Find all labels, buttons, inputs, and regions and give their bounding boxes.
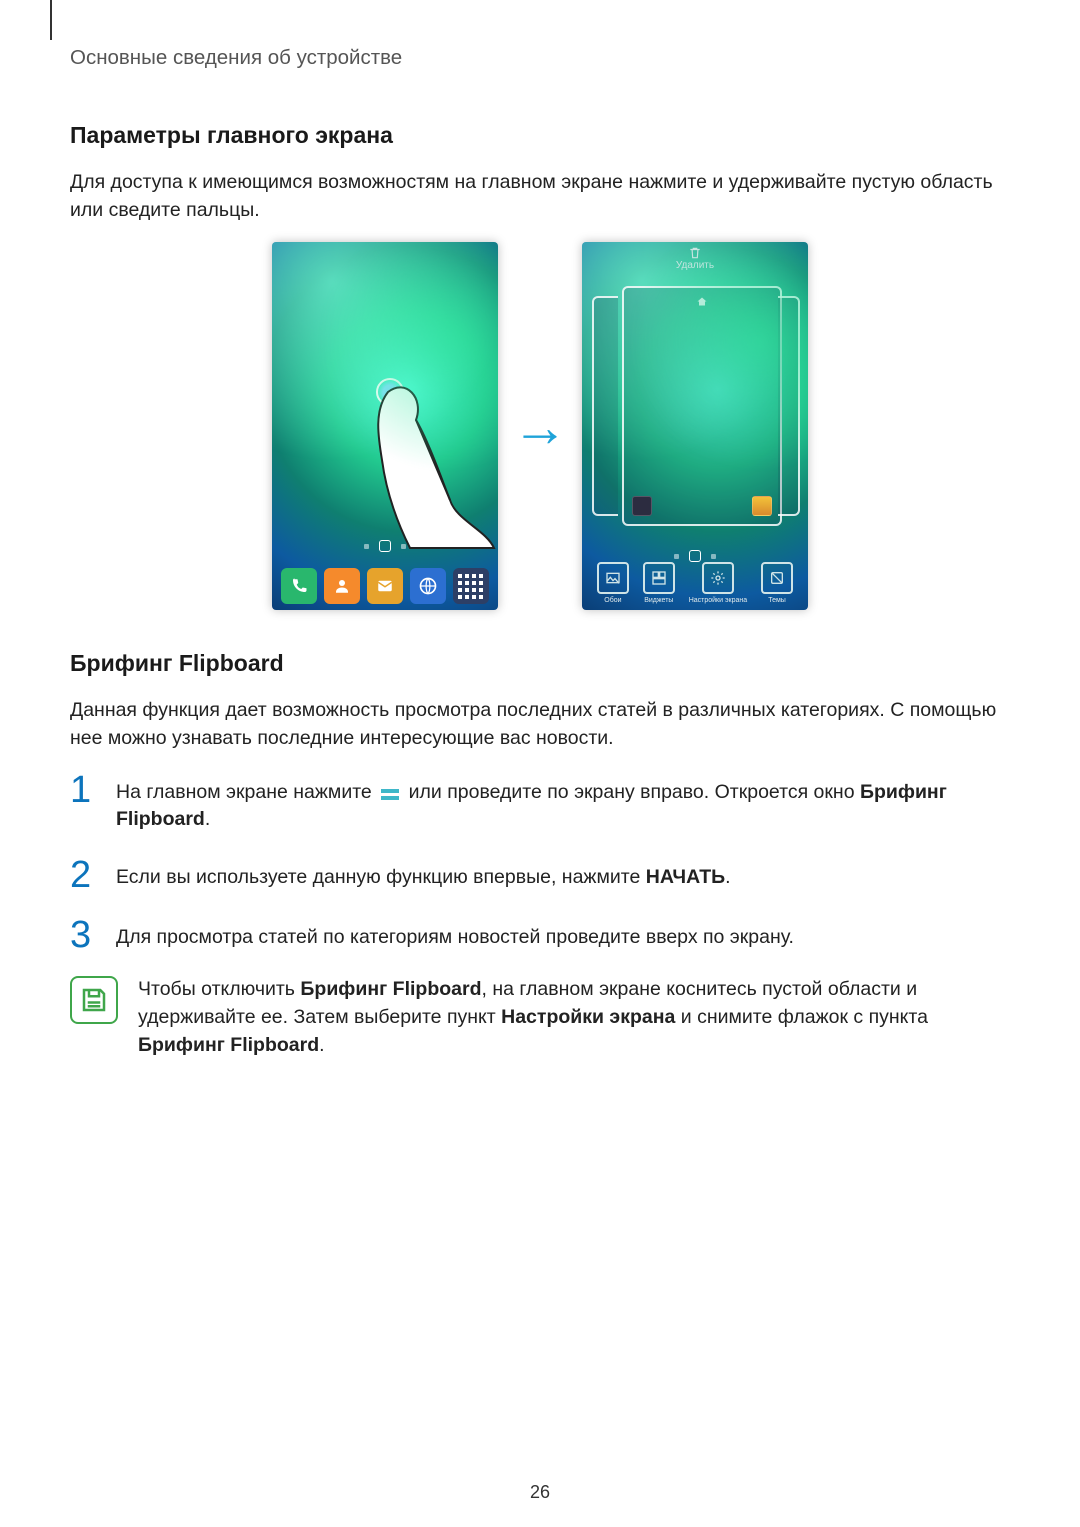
header-rule — [50, 0, 52, 40]
note-icon — [70, 976, 118, 1024]
step-number: 2 — [70, 856, 98, 894]
apps-icon — [453, 568, 489, 604]
step-text: Для просмотра статей по категориям новос… — [116, 916, 794, 952]
gear-icon — [702, 562, 734, 594]
step-text-bold: НАЧАТЬ — [646, 866, 725, 888]
delete-target: Удалить — [582, 246, 808, 271]
arrow-right-icon: → — [512, 394, 568, 459]
screenshot-home-edit: Удалить Обои — [582, 242, 808, 610]
panel-current — [622, 286, 782, 526]
screen-settings-button: Настройки экрана — [689, 562, 747, 604]
panel-next — [778, 296, 800, 516]
step-number: 3 — [70, 916, 98, 954]
step-text: . — [725, 866, 730, 888]
page-number: 26 — [530, 1482, 550, 1503]
heading-home-options: Параметры главного экрана — [70, 122, 1010, 149]
hand-icon — [376, 380, 496, 550]
edit-toolbar: Обои Виджеты Настройки экрана Темы — [582, 562, 808, 604]
widgets-icon — [643, 562, 675, 594]
image-icon — [597, 562, 629, 594]
widget-thumb — [752, 496, 772, 516]
note-text: Чтобы отключить Брифинг Flipboard, на гл… — [138, 976, 1010, 1059]
screenshots-row: → Удалить — [70, 242, 1010, 610]
body-home-options: Для доступа к имеющимся возможностям на … — [70, 169, 1010, 224]
step-text: . — [205, 808, 210, 830]
phone-icon — [281, 568, 317, 604]
panel-prev — [592, 296, 618, 516]
page-indicator — [364, 540, 406, 552]
wallpapers-button: Обои — [597, 562, 629, 604]
internet-icon — [410, 568, 446, 604]
screenshot-home-longpress — [272, 242, 498, 610]
step-text: Если вы используете данную функцию вперв… — [116, 866, 646, 888]
step-1: 1 На главном экране нажмите или проведит… — [70, 771, 1010, 834]
widget-thumb — [632, 496, 652, 516]
body-flipboard: Данная функция дает возможность просмотр… — [70, 697, 1010, 752]
dock — [272, 568, 498, 604]
contacts-icon — [324, 568, 360, 604]
widgets-button: Виджеты — [643, 562, 675, 604]
trash-icon — [688, 246, 702, 260]
themes-button: Темы — [761, 562, 793, 604]
note-block: Чтобы отключить Брифинг Flipboard, на гл… — [70, 976, 1010, 1059]
messages-icon — [367, 568, 403, 604]
step-3: 3 Для просмотра статей по категориям нов… — [70, 916, 1010, 954]
hand-pointer-illustration — [352, 370, 492, 550]
step-2: 2 Если вы используете данную функцию впе… — [70, 856, 1010, 894]
step-text: или проведите по экрану вправо. Откроетс… — [409, 781, 860, 803]
home-icon — [696, 296, 708, 311]
flipboard-home-icon — [381, 789, 399, 800]
page-indicator — [674, 550, 716, 562]
heading-flipboard: Брифинг Flipboard — [70, 650, 1010, 677]
step-text: На главном экране нажмите — [116, 781, 377, 803]
step-number: 1 — [70, 771, 98, 809]
breadcrumb: Основные сведения об устройстве — [70, 46, 1010, 70]
theme-icon — [761, 562, 793, 594]
